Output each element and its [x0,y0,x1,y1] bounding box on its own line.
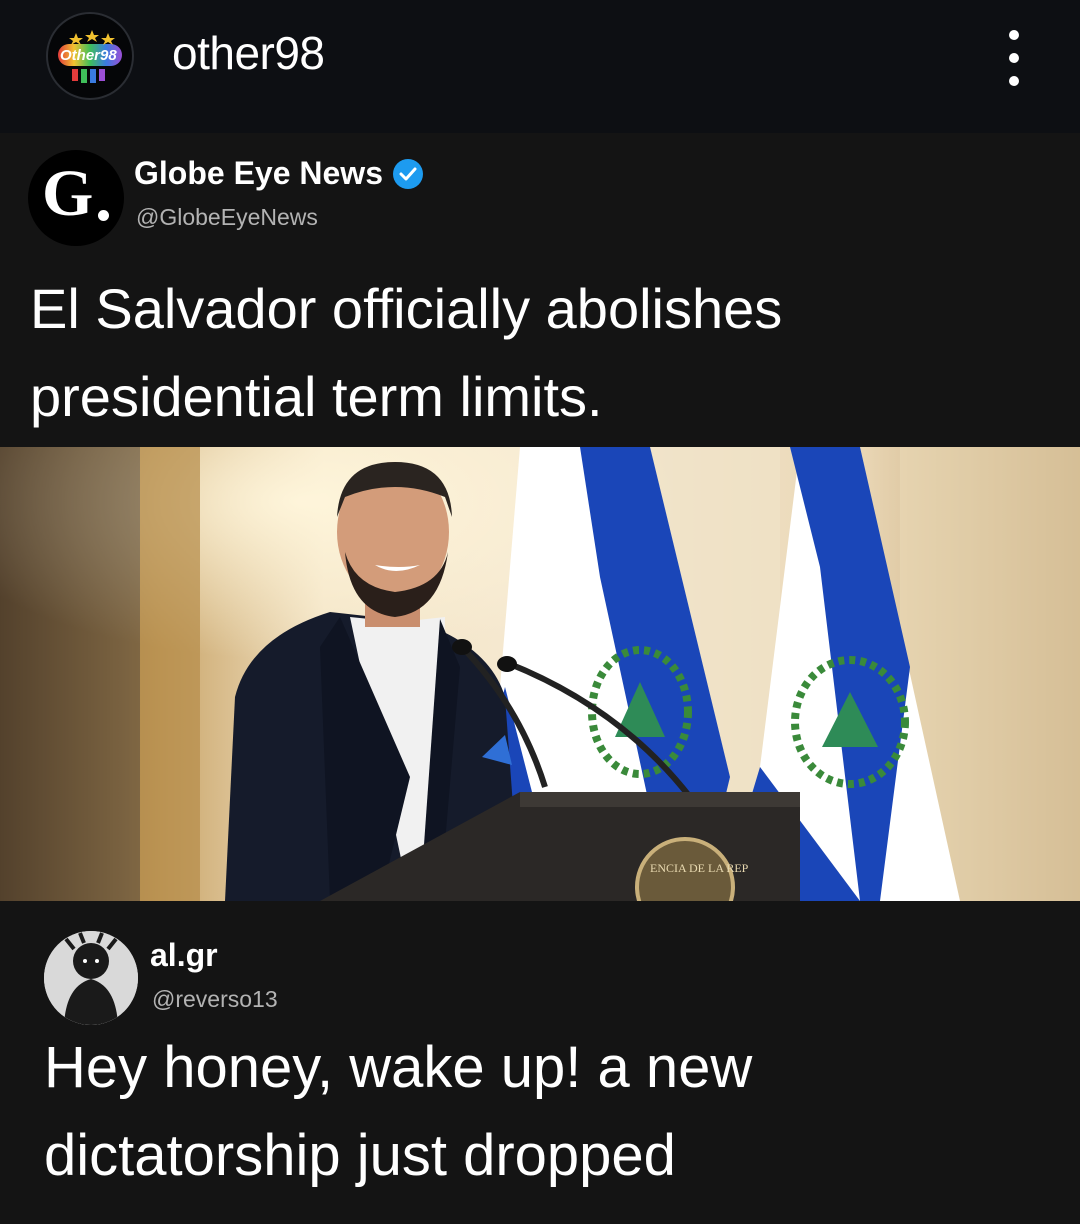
post-card: G Globe Eye News @GlobeEyeNews El Salvad… [0,133,1080,1224]
news-photo[interactable]: ENCIA DE LA REP [0,447,1080,901]
source-headline: El Salvador officially abolishes preside… [30,277,783,428]
dark-figure-avatar-icon [44,931,138,1025]
post-header: Other98 other98 [0,0,1080,128]
header-username[interactable]: other98 [172,26,325,80]
avatar-text: Other98 [60,47,117,64]
verified-badge-icon [392,158,423,189]
news-photo-president-at-podium: ENCIA DE LA REP [0,447,1080,901]
reply-text: Hey honey, wake up! a new dictatorship j… [44,1035,753,1188]
source-name: Globe Eye News [134,155,383,191]
more-options-button[interactable] [996,30,1032,86]
reply-avatar[interactable] [44,931,138,1025]
more-vertical-icon [1009,30,1019,40]
source-avatar-dot [98,210,109,221]
more-dot [1009,76,1019,86]
source-name-row[interactable]: Globe Eye News [134,155,423,192]
source-handle[interactable]: @GlobeEyeNews [136,204,318,231]
more-dot [1009,53,1019,63]
profile-avatar[interactable]: Other98 [46,12,134,100]
source-avatar-letter: G [42,157,94,230]
reply-name[interactable]: al.gr [150,937,218,974]
source-avatar[interactable]: G [28,150,124,246]
podium-seal-text: ENCIA DE LA REP [650,861,749,875]
reply-handle[interactable]: @reverso13 [152,986,278,1013]
